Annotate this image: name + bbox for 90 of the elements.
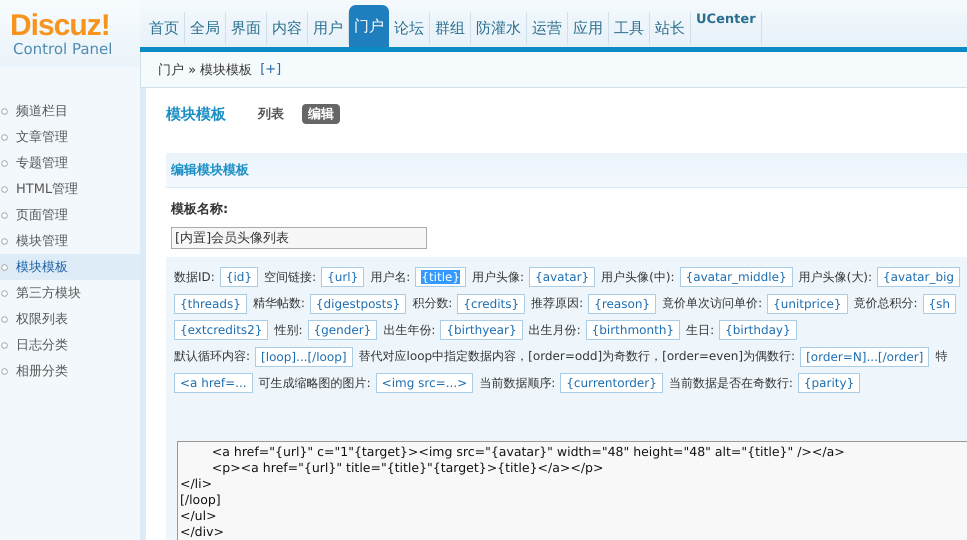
nav-tab[interactable]: 应用 xyxy=(568,12,609,45)
nav-tab[interactable]: 工具 xyxy=(609,12,650,45)
variable-tag[interactable]: {url} xyxy=(321,267,364,288)
sidebar-item[interactable]: 频道栏目 xyxy=(0,98,140,124)
bullet-icon xyxy=(1,238,8,244)
logo-title: Discuz! xyxy=(10,12,111,40)
nav-tab[interactable]: 防灌水 xyxy=(471,12,527,45)
variable-tag[interactable]: [loop]...[/loop] xyxy=(255,346,353,367)
variable-tag[interactable]: {id} xyxy=(220,267,258,288)
variable-tag[interactable]: {gender} xyxy=(308,320,378,340)
variable-tag[interactable]: [order=N]...[/order] xyxy=(800,346,930,367)
sidebar-item[interactable]: 文章管理 xyxy=(0,124,140,150)
logo-subtitle: Control Panel xyxy=(13,40,114,58)
variable-label: 积分数: xyxy=(412,295,452,312)
variable-label: 数据ID: xyxy=(174,268,215,286)
nav-tab[interactable]: 运营 xyxy=(527,12,568,45)
nav-tab[interactable]: 群组 xyxy=(430,12,471,45)
variable-tag[interactable]: <img src=...> xyxy=(376,373,474,394)
variable-label: 推荐原因: xyxy=(531,295,584,312)
bullet-icon xyxy=(1,108,8,114)
variable-tag[interactable]: {currentorder} xyxy=(560,373,663,394)
nav-tab[interactable]: 全局 xyxy=(185,12,226,45)
variable-label: 生日: xyxy=(686,322,714,339)
nav-tab[interactable]: 首页 xyxy=(144,12,185,45)
bullet-icon xyxy=(1,290,8,296)
variable-label: 性别: xyxy=(274,322,302,339)
sidebar-item[interactable]: 第三方模块 xyxy=(0,280,140,306)
sidebar-item[interactable]: 日志分类 xyxy=(0,332,140,358)
variable-label: 出生年份: xyxy=(383,322,436,339)
variable-label: 精华帖数: xyxy=(252,295,305,312)
template-name-field[interactable]: [内置]会员头像列表 xyxy=(171,227,427,249)
sidebar-item[interactable]: 相册分类 xyxy=(0,358,140,384)
bullet-icon xyxy=(1,134,8,140)
bullet-icon xyxy=(1,316,8,322)
variable-tag[interactable]: {sh xyxy=(922,294,956,314)
sidebar-item[interactable]: 专题管理 xyxy=(0,150,140,176)
variable-label: 空间链接: xyxy=(264,268,316,286)
variable-label: 替代对应loop中指定数据内容，[order=odd]为奇数行，[order=even]为偶数行: xyxy=(358,348,796,366)
variable-label: 用户头像: xyxy=(472,268,524,286)
variable-tag[interactable]: {threads} xyxy=(174,294,247,314)
variable-tag[interactable]: {avatar_middle} xyxy=(680,267,793,288)
variable-label: 出生月份: xyxy=(528,322,581,339)
variable-tag[interactable]: {birthyear} xyxy=(440,320,523,340)
sidebar-item[interactable]: HTML管理 xyxy=(0,176,140,202)
variable-label: 特 xyxy=(935,348,948,366)
bullet-icon xyxy=(1,186,8,192)
variable-tag[interactable]: {birthmonth} xyxy=(586,320,680,340)
variable-label: 竟价单次访问单价: xyxy=(662,295,762,312)
variable-tag[interactable]: {title} xyxy=(415,267,466,288)
bullet-icon xyxy=(1,264,8,270)
variable-label: 当前数据顺序: xyxy=(479,374,556,392)
variable-tag[interactable]: {digestposts} xyxy=(310,294,406,314)
sidebar-item[interactable]: 模块模板 xyxy=(0,254,140,280)
variable-tag[interactable]: {avatar} xyxy=(529,267,596,288)
bullet-icon xyxy=(1,342,8,348)
nav-tab[interactable]: 界面 xyxy=(226,12,267,45)
variable-label: 用户头像(大): xyxy=(798,268,872,286)
field-label: 模板名称: xyxy=(170,201,230,219)
variable-tag[interactable]: <a href=... xyxy=(174,373,253,394)
bullet-icon xyxy=(1,368,8,374)
bullet-icon xyxy=(1,212,8,218)
variable-label: 用户头像(中): xyxy=(601,268,675,286)
variable-tag[interactable]: {extcredits2} xyxy=(174,320,268,340)
sidebar-item[interactable]: 页面管理 xyxy=(0,202,140,228)
bullet-icon xyxy=(1,160,8,166)
add-link[interactable]: [+] xyxy=(260,62,282,77)
variable-tag[interactable]: {credits} xyxy=(457,294,526,314)
tab[interactable]: 编辑 xyxy=(302,104,340,124)
tab[interactable]: 列表 xyxy=(252,104,290,124)
variable-label: 竟价总积分: xyxy=(854,295,918,312)
nav-tab[interactable]: UCenter xyxy=(691,12,762,45)
variable-label: 可生成缩略图的图片: xyxy=(258,374,371,392)
nav-tab[interactable]: 内容 xyxy=(267,12,308,45)
variable-tag[interactable]: {unitprice} xyxy=(767,294,848,314)
variable-tag[interactable]: {birthday} xyxy=(719,320,797,340)
nav-tab[interactable]: 站长 xyxy=(650,12,691,45)
nav-tab[interactable]: 门户 xyxy=(349,5,389,47)
variable-label: 用户名: xyxy=(370,268,410,286)
page-title: 模块模板 xyxy=(166,104,226,124)
variable-label: 当前数据是否在奇数行: xyxy=(668,374,793,392)
sidebar-item[interactable]: 模块管理 xyxy=(0,228,140,254)
sidebar-item[interactable]: 权限列表 xyxy=(0,306,140,332)
variable-tag[interactable]: {parity} xyxy=(798,373,860,394)
variable-tag[interactable]: {reason} xyxy=(588,294,656,314)
variable-label: 默认循环内容: xyxy=(174,348,250,366)
variable-tag[interactable]: {avatar_big xyxy=(877,267,960,288)
nav-tab[interactable]: 论坛 xyxy=(389,12,430,45)
section-header: 编辑模块模板 xyxy=(166,153,967,188)
code-editor-field[interactable]: <a href="{url}" c="1"{target}><img src="{avatar}" width="48" height="48" alt="{title}" /></a> <p><a href="{url}" title="{title}"{target}>{title}</a></p> </li> [/loop] </ul> </div> xyxy=(177,441,967,540)
breadcrumb: 门户 » 模块模板 xyxy=(158,62,252,78)
